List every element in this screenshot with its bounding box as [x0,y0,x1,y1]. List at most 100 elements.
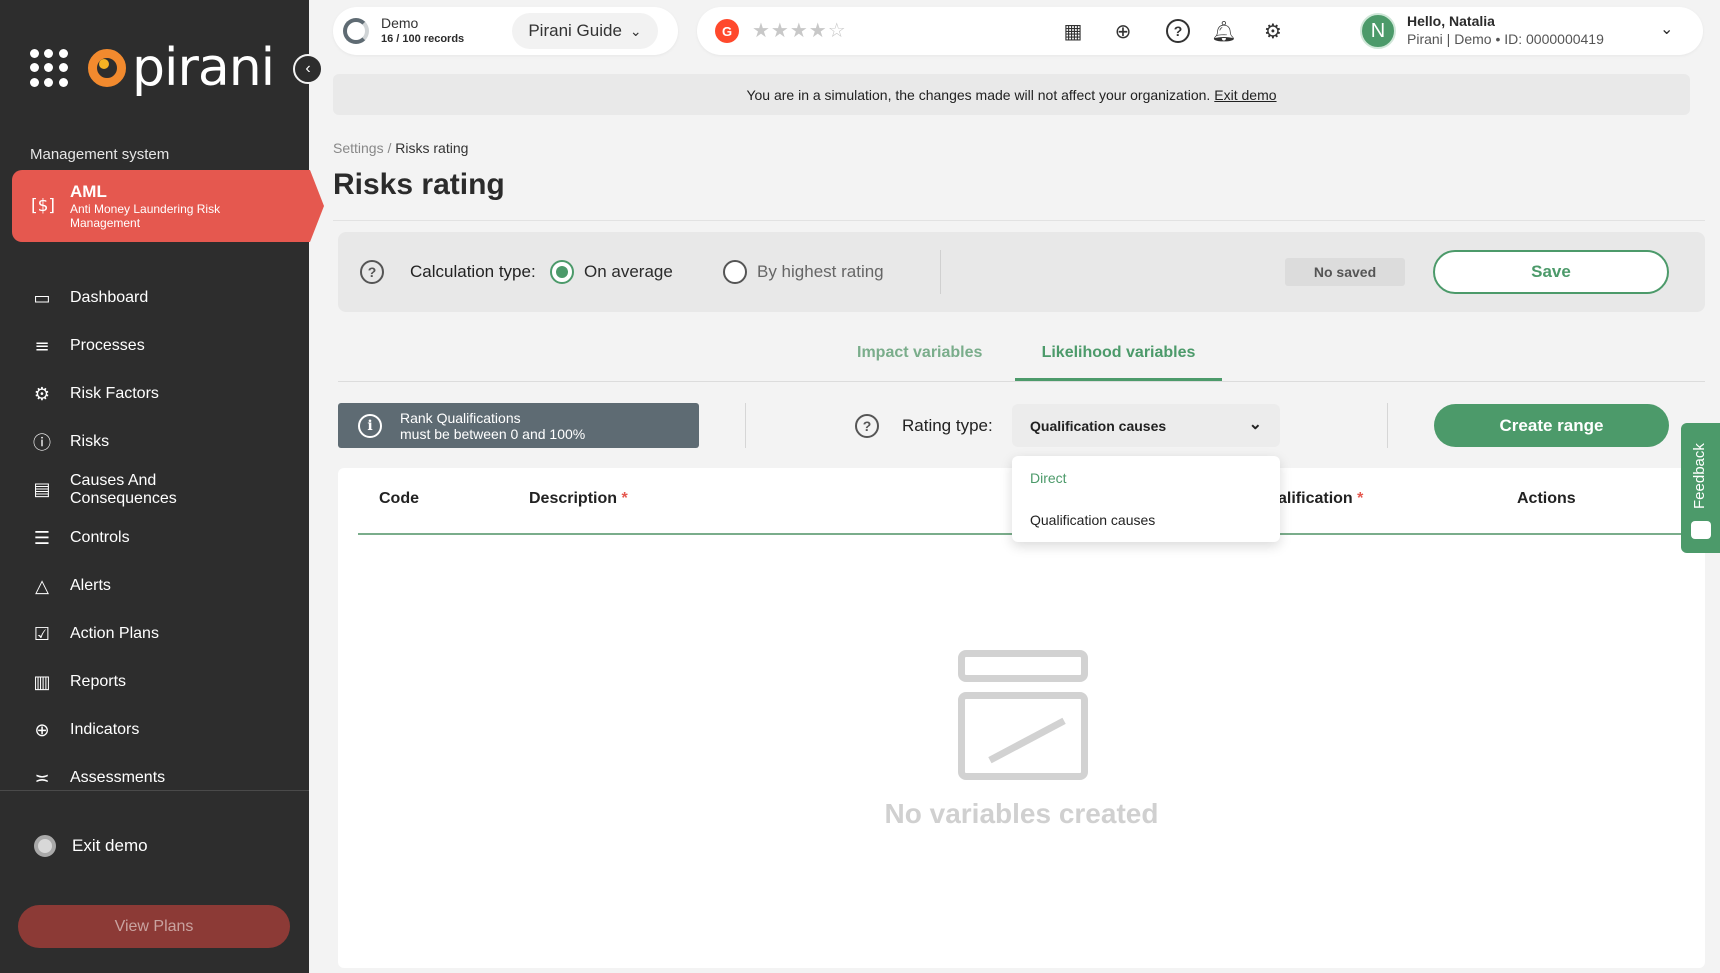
rating-stars-icon[interactable]: ★★★★☆ [752,18,847,42]
add-user-icon[interactable]: ⊕ [1109,17,1137,45]
sidebar-item-label: Dashboard [70,289,149,306]
feedback-tab[interactable]: Feedback [1681,423,1720,553]
rank-info-box: i Rank Qualifications must be between 0 … [338,403,699,448]
view-plans-button[interactable]: View Plans [18,905,290,948]
radio-label: By highest rating [757,262,884,281]
title-divider [333,220,1705,221]
checkbox-icon: ☑ [33,623,51,645]
help-icon[interactable]: ? [360,260,384,284]
exit-demo-label: Exit demo [72,836,148,855]
dropdown-option-qualification-causes[interactable]: Qualification causes [1030,512,1155,528]
module-title: AML [70,182,107,201]
gear-icon[interactable]: ⚙ [1259,17,1287,45]
sidebar-item-alerts[interactable]: △ Alerts [30,562,190,610]
chevron-down-icon: ⌄ [1248,416,1262,433]
crosshair-icon: ⊕ [34,719,50,741]
chevron-left-icon: ‹ [305,60,311,77]
radio-empty-icon [723,260,747,284]
sidebar-item-label: Indicators [70,721,140,738]
feedback-label: Feedback [1691,443,1708,509]
sidebar-item-label: Risks [70,433,110,450]
create-range-button[interactable]: Create range [1434,404,1669,447]
rating-type-dropdown: Direct Qualification causes [1012,456,1280,542]
empty-state-text: No variables created [884,798,1159,829]
breadcrumb-parent[interactable]: Settings / [333,140,391,156]
exit-demo-link[interactable]: Exit demo [1214,87,1276,103]
monitor-icon: ▭ [33,287,51,309]
sidebar-item-dashboard[interactable]: ▭ Dashboard [30,274,190,322]
sidebar-item-risks[interactable]: ⓘ Risks [30,418,190,466]
sidebar-item-assessments[interactable]: ≍ Assessments [30,754,190,802]
list-icon: ≡ [34,335,50,357]
guide-label: Pirani Guide [528,21,622,40]
sidebar-item-label: Causes And Consequences [70,472,177,507]
save-button[interactable]: Save [1433,250,1669,294]
sidebar-divider [0,790,309,791]
chevron-down-icon[interactable]: ⌄ [1660,19,1673,39]
tab-impact-variables[interactable]: Impact variables [857,344,982,378]
user-greeting: Hello, Natalia [1407,13,1495,29]
rating-type-label: Rating type: [902,416,993,435]
sidebar-item-action-plans[interactable]: ☑ Action Plans [30,610,190,658]
sidebar: pirani Management system [$] AML Anti Mo… [0,0,324,973]
sidebar-item-label: Risk Factors [70,385,159,402]
sidebar-item-causes[interactable]: ▤ Causes And Consequences [30,466,190,514]
exit-demo-button[interactable]: Exit demo [34,835,148,857]
sidebar-item-label: Action Plans [70,625,159,642]
sliders-icon: ☰ [33,527,51,549]
help-icon[interactable]: ? [1164,17,1192,45]
rating-type-value: Qualification causes [1030,417,1167,434]
alert-circle-icon: ⓘ [33,433,51,454]
sidebar-menu: ▭ Dashboard ≡ Processes ⚙ Risk Factors ⓘ Ris… [30,274,190,802]
column-header-qualification: alification * [1278,490,1364,507]
collapse-sidebar-button[interactable]: ‹ [293,54,323,84]
apps-grid-icon[interactable] [30,49,68,87]
clipboard-icon: ▤ [33,479,51,500]
module-card-aml[interactable]: [$] AML Anti Money Laundering Risk Manag… [12,170,324,242]
radio-by-highest[interactable]: By highest rating [723,260,884,284]
sidebar-item-processes[interactable]: ≡ Processes [30,322,190,370]
pirani-guide-button[interactable]: Pirani Guide ⌄ [512,13,658,49]
sidebar-header: pirani [30,42,275,94]
topbar-actions: G ★★★★☆ ▦ ⊕ ? 🔔︎ ⚙ N Hello, Natalia Pira… [697,7,1703,55]
sidebar-item-label: Reports [70,673,127,690]
g2-logo-icon[interactable]: G [715,19,739,43]
rating-type-select[interactable]: Qualification causes ⌄ [1012,404,1280,447]
info-line-1: Rank Qualifications [400,409,521,426]
empty-state-icon [958,650,1088,780]
exit-icon [34,835,56,857]
sidebar-item-label: Alerts [70,577,111,594]
dropdown-option-direct[interactable]: Direct [1030,470,1067,486]
sidebar-item-label: Controls [70,529,130,546]
sidebar-item-indicators[interactable]: ⊕ Indicators [30,706,190,754]
user-subtitle: Pirani | Demo • ID: 0000000419 [1407,31,1604,47]
avatar[interactable]: N [1360,13,1396,49]
warning-triangle-icon: △ [35,575,49,597]
help-icon[interactable]: ? [855,414,879,438]
radio-label: On average [584,262,673,281]
banner-text: You are in a simulation, the changes mad… [746,86,1211,103]
building-icon[interactable]: ▦ [1059,17,1087,45]
chevron-down-icon: ⌄ [629,22,642,39]
pirani-logo: pirani [88,42,275,94]
feedback-icon [1691,521,1711,539]
section-label: Management system [30,146,170,163]
variables-tabs: Impact variables Likelihood variables [338,336,1705,382]
report-icon: ▥ [33,671,51,693]
logo-mark-icon [88,49,126,87]
bell-icon[interactable]: 🔔︎ [1210,17,1238,45]
sidebar-item-label: Assessments [70,769,166,786]
records-count: 16 / 100 records [381,33,465,45]
tab-likelihood-variables[interactable]: Likelihood variables [1015,344,1222,381]
radio-selected-icon [550,260,574,284]
simulation-banner: You are in a simulation, the changes mad… [333,74,1690,115]
sidebar-item-reports[interactable]: ▥ Reports [30,658,190,706]
column-header-code: Code [379,490,419,507]
page-title: Risks rating [333,168,505,201]
sidebar-item-risk-factors[interactable]: ⚙ Risk Factors [30,370,190,418]
variables-table: Code Description * alification * Actions… [338,468,1705,968]
sidebar-item-controls[interactable]: ☰ Controls [30,514,190,562]
demo-label: Demo [381,15,419,31]
calculation-panel: ? Calculation type: On average By highes… [338,232,1705,312]
radio-on-average[interactable]: On average [550,260,673,284]
